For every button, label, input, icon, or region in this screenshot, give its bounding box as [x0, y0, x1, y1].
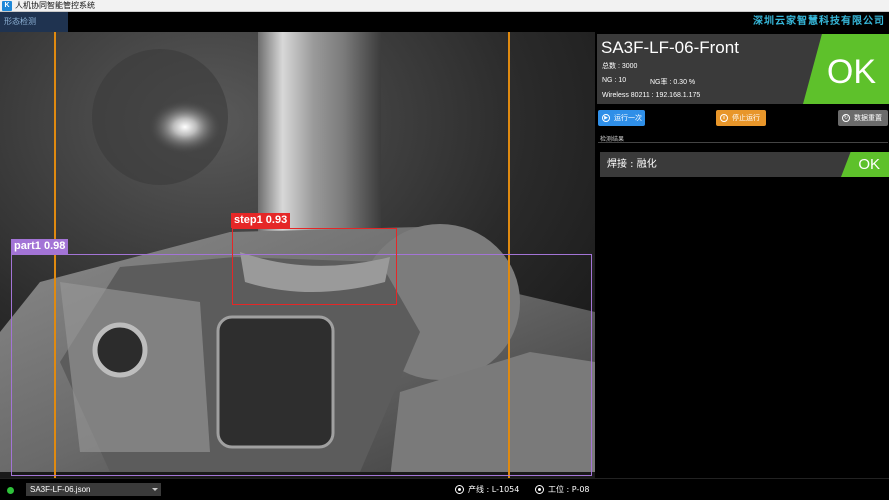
refresh-icon: ↻	[842, 114, 850, 122]
stop-label: 停止运行	[732, 114, 760, 122]
play-icon: ▶	[602, 114, 610, 122]
total-count: 总数 : 3000	[602, 63, 638, 70]
config-file-select[interactable]: SA3F-LF-06.json	[26, 483, 161, 496]
station-icon	[535, 485, 544, 494]
run-once-label: 运行一次	[614, 114, 642, 122]
app-logo-icon: K	[2, 1, 12, 11]
result-row: 焊接 : 融化 OK	[600, 152, 889, 177]
line-icon	[455, 485, 464, 494]
right-panel: SA3F-LF-06-Front 总数 : 3000 NG : 10 NG率 :…	[595, 32, 889, 478]
info-card: SA3F-LF-06-Front 总数 : 3000 NG : 10 NG率 :…	[597, 34, 889, 104]
status-bar: SA3F-LF-06.json 产线 : L-1054 工位 : P-08	[0, 478, 889, 500]
chevron-down-icon	[152, 488, 158, 491]
wireless-address: Wireless 80211 : 192.168.1.175	[602, 92, 701, 99]
result-ok-text: OK	[858, 156, 880, 173]
app-title: 人机协同智能管控系统	[15, 1, 95, 10]
ok-status-text: OK	[826, 53, 876, 91]
detection-label-part1: part1 0.98	[11, 239, 69, 254]
pause-icon: ॥	[720, 114, 728, 122]
detection-box-step1	[232, 228, 397, 305]
connection-status-icon	[7, 487, 14, 494]
tab-shape-detection[interactable]: 形态检测	[0, 12, 68, 32]
production-line: 产线 : L-1054	[468, 485, 520, 494]
station: 工位 : P-08	[548, 485, 590, 494]
run-once-button[interactable]: ▶ 运行一次	[598, 110, 645, 126]
reset-data-label: 数据重置	[854, 114, 882, 122]
header: 形态检测 深圳云家智慧科技有限公司	[0, 12, 889, 32]
camera-view: part1 0.98 step1 0.93	[0, 32, 595, 478]
reset-data-button[interactable]: ↻ 数据重置	[838, 110, 888, 126]
ng-rate: NG率 : 0.30 %	[650, 79, 696, 86]
title-bar: K 人机协同智能管控系统	[0, 0, 889, 12]
detection-label-step1: step1 0.93	[231, 213, 291, 228]
stop-button[interactable]: ॥ 停止运行	[716, 110, 766, 126]
result-text: 焊接 : 融化	[607, 159, 657, 170]
product-name: SA3F-LF-06-Front	[601, 38, 739, 57]
company-name: 深圳云家智慧科技有限公司	[753, 16, 885, 27]
config-file-value: SA3F-LF-06.json	[30, 485, 91, 494]
section-divider	[598, 142, 888, 143]
ng-count: NG : 10	[602, 77, 627, 84]
